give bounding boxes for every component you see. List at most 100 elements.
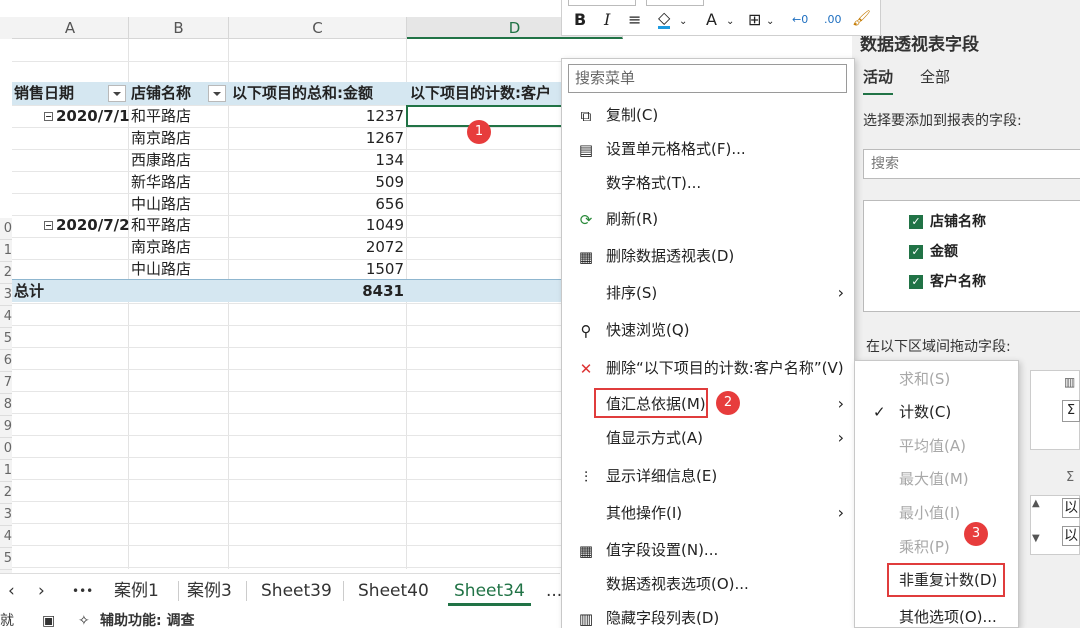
tab-sheet40[interactable]: Sheet40: [352, 578, 435, 606]
font-color-button[interactable]: A: [706, 12, 717, 28]
move-down-icon[interactable]: ▼: [1032, 533, 1040, 544]
italic-button[interactable]: I: [604, 12, 610, 28]
macro-icon[interactable]: ▣: [42, 610, 55, 628]
column-header-b[interactable]: B: [129, 17, 229, 39]
store-filter-dropdown[interactable]: [208, 85, 226, 102]
field-search-input[interactable]: 搜索: [863, 149, 1080, 179]
format-painter-button[interactable]: 🖌: [852, 10, 871, 26]
tab-sheet-case1[interactable]: 案例1: [108, 578, 165, 606]
amount-cell[interactable]: 656: [232, 193, 404, 215]
rows-chip-1[interactable]: 以: [1062, 498, 1080, 518]
accessibility-icon[interactable]: ✧: [78, 610, 90, 628]
group-date-2[interactable]: −2020/7/2: [44, 214, 130, 236]
context-menu-item[interactable]: ⚲ 快速浏览(Q): [562, 313, 854, 347]
row-header[interactable]: 9: [0, 416, 12, 438]
store-name-cell[interactable]: 南京路店: [131, 127, 191, 149]
context-menu-item[interactable]: ▦ 值字段设置(N)...: [562, 533, 854, 567]
tab-sheet39[interactable]: Sheet39: [255, 578, 338, 606]
context-menu-item[interactable]: ⧉ 复制(C): [562, 98, 854, 132]
move-up-icon[interactable]: ▲: [1032, 498, 1040, 509]
store-name-cell[interactable]: 西康路店: [131, 149, 191, 171]
accessibility-status[interactable]: 辅助功能: 调查: [100, 610, 194, 628]
fill-color-button[interactable]: ◇: [658, 10, 671, 29]
increase-decimal-button[interactable]: .00: [824, 12, 842, 28]
chevron-down-icon[interactable]: ⌄: [766, 14, 774, 30]
tab-scroll-next[interactable]: ›: [32, 578, 51, 606]
store-name-cell[interactable]: 中山路店: [131, 193, 191, 215]
context-menu-item[interactable]: 其他操作(I) ›: [562, 496, 854, 530]
column-header-a[interactable]: A: [12, 17, 129, 39]
tab-divider: [343, 581, 344, 601]
context-menu-item[interactable]: 数据透视表选项(O)...: [562, 567, 854, 601]
row-header[interactable]: 2: [0, 262, 12, 284]
field-store-name[interactable]: ✓ 店铺名称: [909, 213, 986, 231]
store-name-cell[interactable]: 和平路店: [131, 105, 191, 127]
group-date-1[interactable]: −2020/7/1: [44, 105, 130, 127]
submenu-item[interactable]: ✓ 计数(C): [855, 396, 1017, 429]
amount-cell[interactable]: 2072: [232, 236, 404, 258]
context-menu-item[interactable]: 值显示方式(A) ›: [562, 421, 854, 455]
row-header[interactable]: 3: [0, 504, 12, 526]
store-name-cell[interactable]: 新华路店: [131, 171, 191, 193]
row-header[interactable]: 5: [0, 548, 12, 570]
font-size-box[interactable]: [646, 0, 704, 6]
row-header[interactable]: 1: [0, 460, 12, 482]
field-amount[interactable]: ✓ 金额: [909, 243, 958, 261]
menu-search-input[interactable]: 搜索菜单: [568, 64, 847, 93]
amount-cell[interactable]: 134: [232, 149, 404, 171]
amount-cell[interactable]: 1049: [232, 214, 404, 236]
context-menu-item[interactable]: 数字格式(T)...: [562, 166, 854, 200]
row-header[interactable]: 2: [0, 482, 12, 504]
checkbox-checked-icon[interactable]: ✓: [909, 275, 923, 289]
amount-cell[interactable]: 1507: [232, 258, 404, 280]
chevron-down-icon[interactable]: ⌄: [679, 14, 687, 30]
amount-cell[interactable]: 1267: [232, 127, 404, 149]
tab-all-fields[interactable]: 全部: [920, 66, 950, 87]
context-menu-item[interactable]: ▤ 设置单元格格式(F)...: [562, 132, 854, 166]
context-menu-item[interactable]: ▦ 删除数据透视表(D): [562, 239, 854, 273]
rows-chip-2[interactable]: 以: [1062, 526, 1080, 546]
select-all-corner[interactable]: [0, 17, 12, 39]
amount-cell[interactable]: 1237: [232, 105, 404, 127]
store-name-cell[interactable]: 中山路店: [131, 258, 191, 280]
row-header[interactable]: 5: [0, 328, 12, 350]
bold-button[interactable]: B: [574, 12, 586, 28]
row-header[interactable]: 3: [0, 284, 12, 306]
font-name-box[interactable]: [568, 0, 636, 6]
values-chip[interactable]: Σ: [1062, 400, 1080, 422]
store-name-cell[interactable]: 和平路店: [131, 214, 191, 236]
tab-scroll-prev[interactable]: ‹: [2, 578, 21, 606]
tab-sheet-case3[interactable]: 案例3: [181, 578, 238, 606]
chevron-down-icon[interactable]: ⌄: [726, 14, 734, 30]
checkbox-checked-icon[interactable]: ✓: [909, 245, 923, 259]
collapse-icon[interactable]: −: [44, 112, 53, 121]
context-menu-item[interactable]: ⫶ 显示详细信息(E): [562, 459, 854, 493]
amount-cell[interactable]: 509: [232, 171, 404, 193]
align-center-button[interactable]: ≡: [628, 12, 641, 28]
tab-more[interactable]: •••: [66, 578, 99, 606]
grid-line: [12, 545, 562, 546]
context-menu-item[interactable]: ▥ 隐藏字段列表(D): [562, 601, 854, 628]
submenu-item[interactable]: 其他选项(O)...: [855, 601, 1017, 628]
context-menu-item[interactable]: 排序(S) ›: [562, 276, 854, 310]
row-header[interactable]: 0: [0, 218, 12, 240]
date-filter-dropdown[interactable]: [108, 85, 126, 102]
context-menu-item[interactable]: ✕ 删除“以下项目的计数:客户名称”(V): [562, 351, 854, 385]
store-name-cell[interactable]: 南京路店: [131, 236, 191, 258]
row-header[interactable]: 7: [0, 372, 12, 394]
context-menu-item[interactable]: ⟳ 刷新(R): [562, 202, 854, 236]
row-header[interactable]: 4: [0, 306, 12, 328]
tab-sheet34[interactable]: Sheet34: [448, 578, 531, 606]
decrease-decimal-button[interactable]: ←0: [792, 12, 808, 28]
row-header[interactable]: 8: [0, 394, 12, 416]
row-header[interactable]: 1: [0, 240, 12, 262]
collapse-icon[interactable]: −: [44, 221, 53, 230]
field-customer-name[interactable]: ✓ 客户名称: [909, 273, 986, 291]
checkbox-checked-icon[interactable]: ✓: [909, 215, 923, 229]
row-header[interactable]: 6: [0, 350, 12, 372]
row-header[interactable]: 0: [0, 438, 12, 460]
borders-button[interactable]: ⊞: [748, 12, 761, 28]
row-header[interactable]: 4: [0, 526, 12, 548]
tab-active-fields[interactable]: 活动: [863, 66, 894, 95]
column-header-c[interactable]: C: [229, 17, 407, 39]
